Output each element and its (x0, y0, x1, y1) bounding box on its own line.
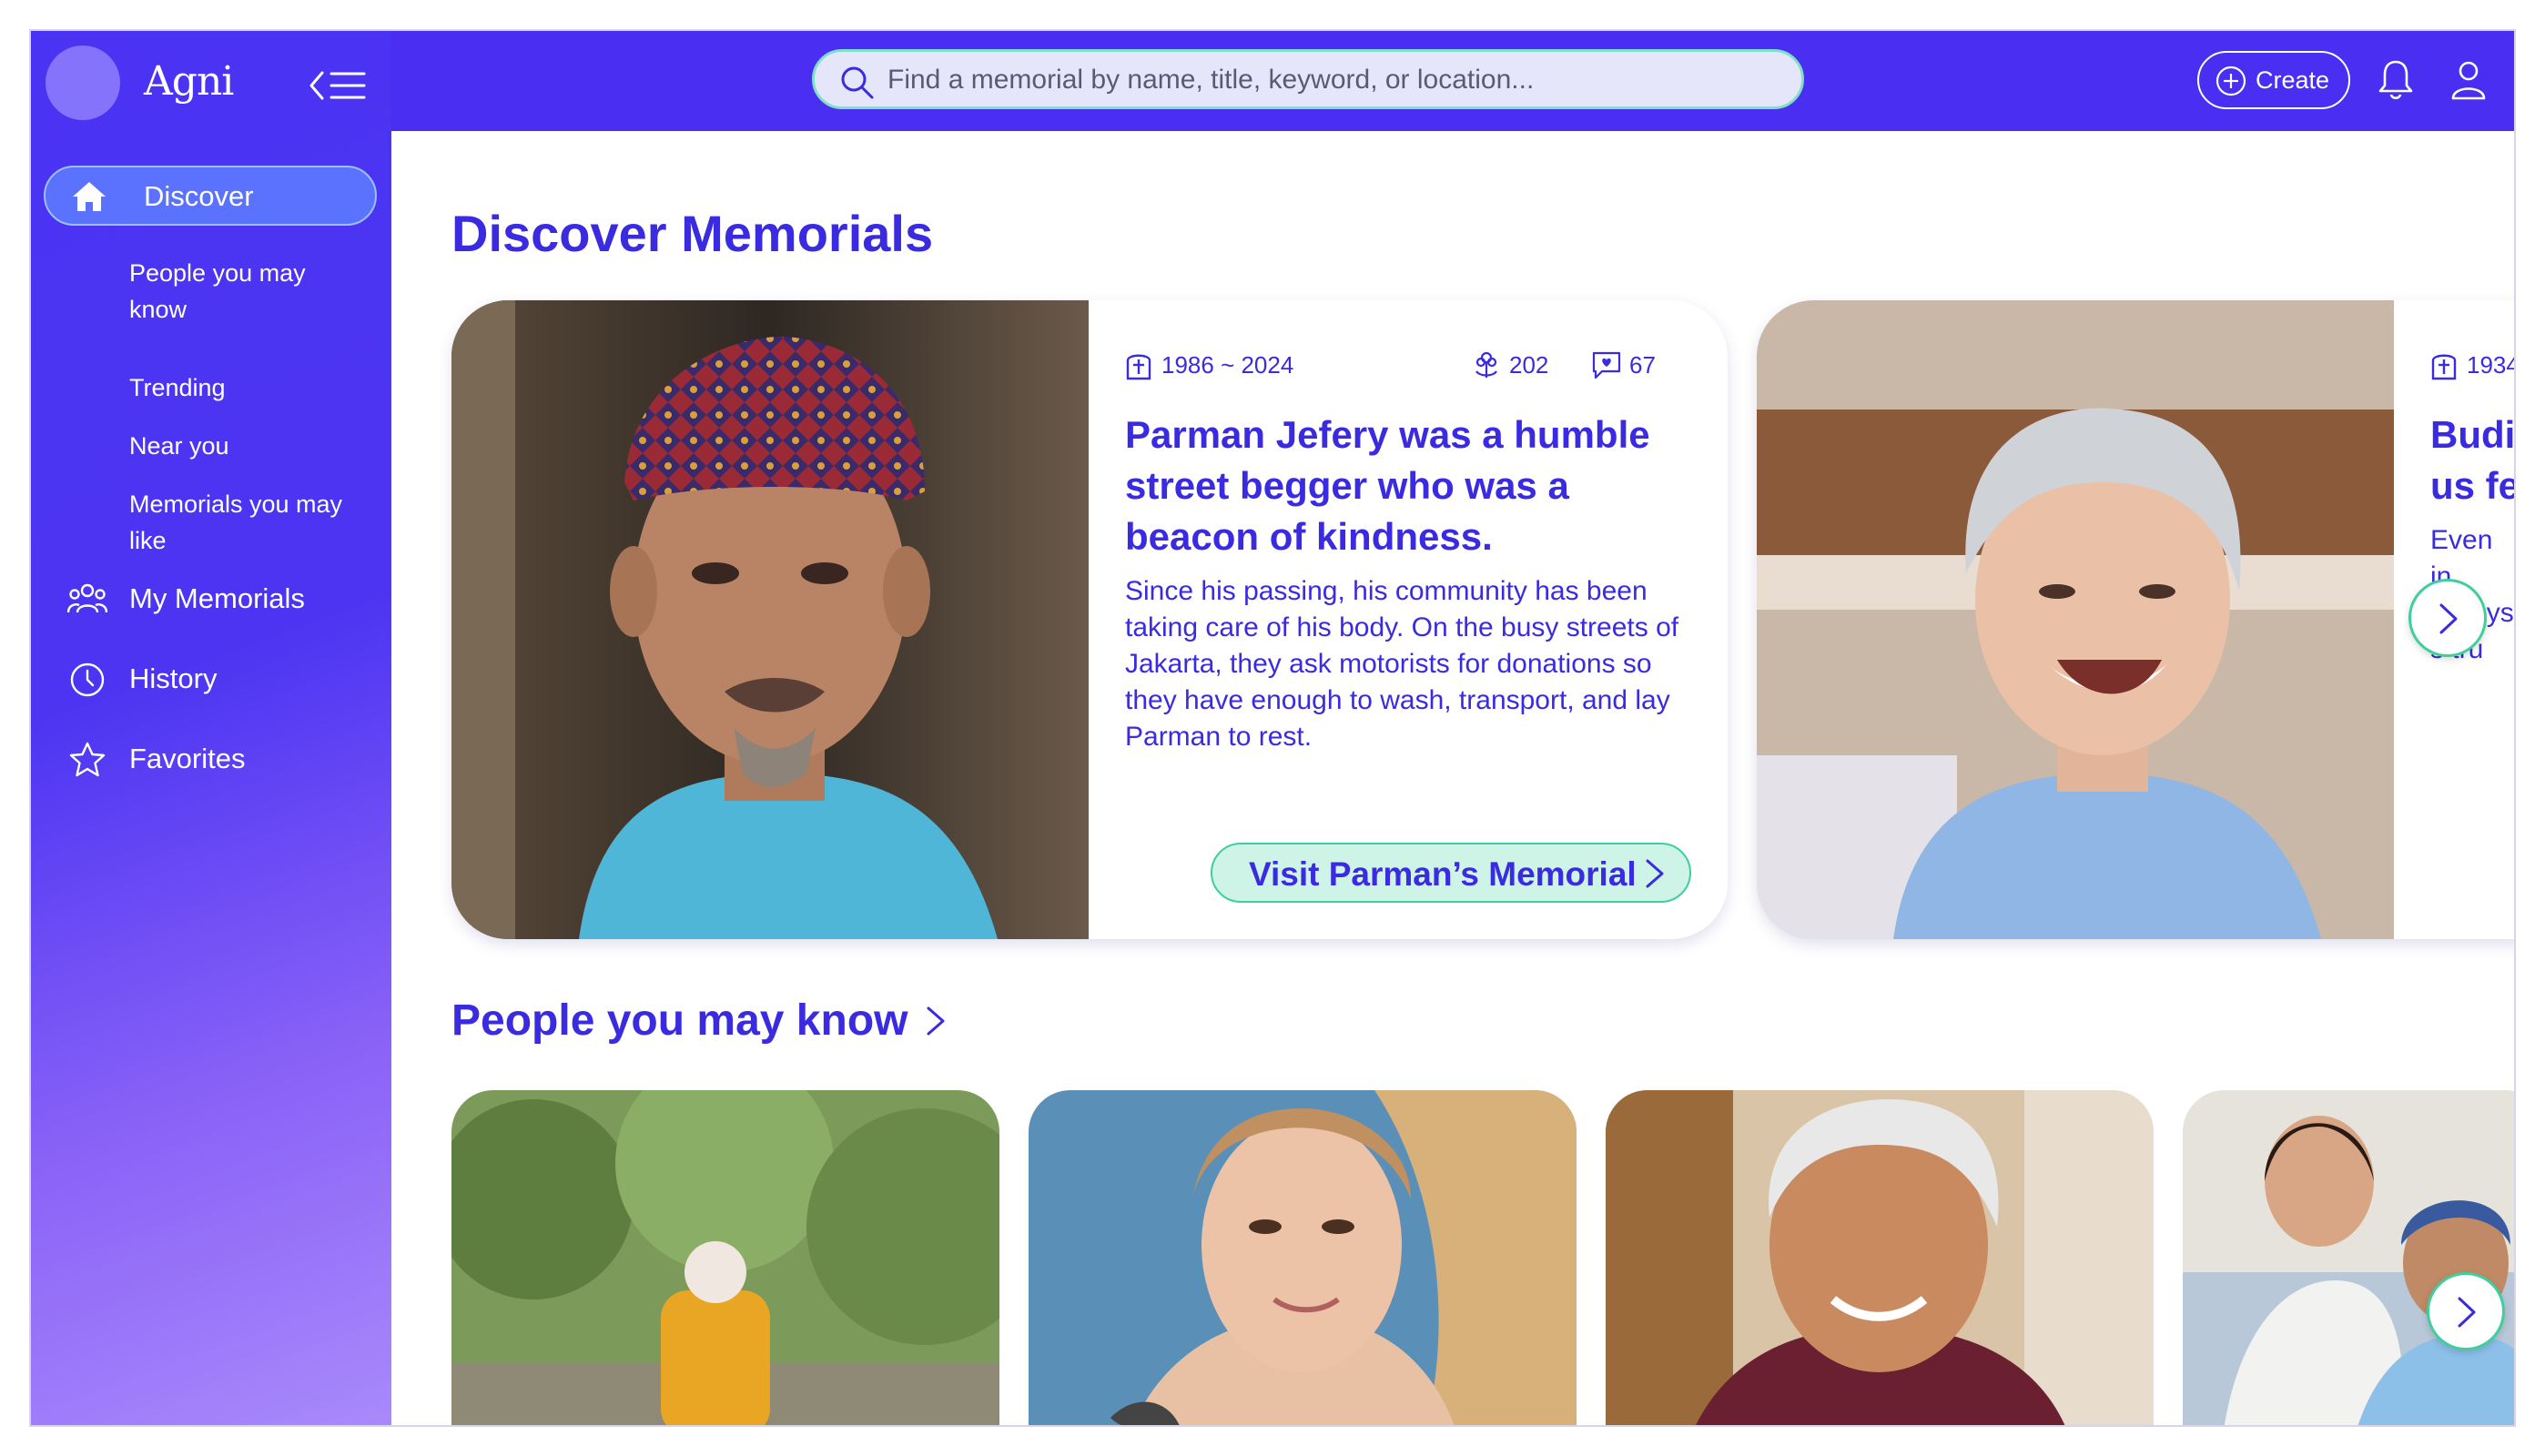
user-icon (2451, 61, 2486, 100)
sidebar-item-label: My Memorials (129, 582, 305, 614)
home-icon (73, 182, 106, 211)
memorial-card[interactable]: 1986 ~ 2024 202 67 Parman Jefery was a h… (451, 300, 1728, 939)
sidebar-item-history[interactable]: History (67, 657, 377, 703)
visit-memorial-button[interactable]: Visit Parman’s Memorial (1211, 843, 1691, 903)
person-photo (1606, 1090, 2154, 1425)
clock-icon (70, 662, 105, 697)
flower-count[interactable]: 202 (1471, 349, 1548, 380)
people-section-heading[interactable]: People you may know (451, 996, 948, 1046)
people-section-title: People you may know (451, 996, 908, 1045)
comment-heart-icon (1592, 351, 1621, 379)
person-card[interactable] (1029, 1090, 1577, 1425)
comment-count-text: 67 (1629, 350, 1656, 379)
next-memorial-button[interactable] (2408, 579, 2487, 657)
search-input[interactable] (886, 59, 1781, 101)
bell-icon (2378, 60, 2413, 100)
years-text: 1934 (2467, 350, 2516, 379)
sidebar-subitem-memorials-you-may-like[interactable]: Memorials you may like (129, 486, 348, 559)
chevron-right-icon (927, 1006, 945, 1035)
sidebar-subitem-trending[interactable]: Trending (129, 369, 348, 406)
search-bar[interactable] (812, 49, 1804, 109)
person-card[interactable] (451, 1090, 999, 1425)
user-profile-button[interactable] (2449, 58, 2489, 102)
person-photo (451, 1090, 999, 1425)
person-photo (2183, 1090, 2514, 1425)
sidebar-item-label: Discover (144, 180, 254, 212)
memorial-years: 1934 (2428, 349, 2516, 380)
person-card[interactable] (1606, 1090, 2154, 1425)
sidebar-item-favorites[interactable]: Favorites (67, 737, 377, 783)
chevron-right-icon (2458, 1297, 2476, 1328)
sidebar-subitem-near-you[interactable]: Near you (129, 428, 348, 464)
sidebar: Agni Discover People you may know Trendi… (31, 31, 391, 1425)
sidebar-item-label: History (129, 662, 218, 694)
person-photo (1029, 1090, 1577, 1425)
plus-circle-icon (2215, 66, 2246, 96)
flower-count-text: 202 (1509, 350, 1549, 379)
memorial-title: Parman Jefery was a humble street begger… (1125, 413, 1650, 558)
create-button[interactable]: Create (2197, 51, 2350, 109)
brand-name: Agni (144, 58, 234, 105)
memorial-description: Since his passing, his community has bee… (1125, 576, 1679, 752)
page-title: Discover Memorials (451, 205, 934, 262)
comment-count[interactable]: 67 (1591, 349, 1656, 380)
logo-icon (46, 46, 120, 120)
next-people-button[interactable] (2427, 1272, 2505, 1350)
top-bar: Create (391, 31, 2514, 131)
create-label: Create (2256, 66, 2330, 94)
star-icon (69, 742, 106, 777)
memorial-years: 1986 ~ 2024 (1123, 349, 1293, 380)
grave-cross-icon (2431, 354, 2457, 380)
app-window: Agni Discover People you may know Trendi… (29, 29, 2516, 1427)
chevron-right-icon (1646, 859, 1664, 888)
sidebar-item-label: Favorites (129, 743, 246, 774)
visit-memorial-label: Visit Parman’s Memorial (1249, 855, 1637, 893)
flower-icon (1475, 351, 1497, 378)
memorial-card-body: 1986 ~ 2024 202 67 Parman Jefery was a h… (1089, 300, 1728, 939)
memorial-photo (1757, 300, 2394, 939)
memorial-photo (451, 300, 1089, 939)
person-card[interactable] (2183, 1090, 2514, 1425)
memorial-title: Budi us fe (2430, 413, 2516, 507)
search-icon (841, 66, 874, 99)
years-text: 1986 ~ 2024 (1161, 350, 1294, 379)
collapse-menu-icon (309, 71, 366, 100)
sidebar-subitem-people[interactable]: People you may know (129, 255, 348, 328)
notifications-button[interactable] (2376, 58, 2416, 102)
grave-cross-icon (1126, 354, 1151, 380)
sidebar-item-discover[interactable]: Discover (44, 166, 377, 226)
people-icon (67, 583, 107, 613)
collapse-sidebar-button[interactable] (308, 67, 366, 104)
chevron-right-icon (2439, 603, 2458, 634)
sidebar-item-my-memorials[interactable]: My Memorials (67, 577, 377, 622)
memorial-card[interactable]: 1934 Budi us fe Even in always s tru (1757, 300, 2516, 939)
main-content: Discover Memorials 1986 ~ 2024 202 67 Pa… (391, 131, 2516, 1425)
